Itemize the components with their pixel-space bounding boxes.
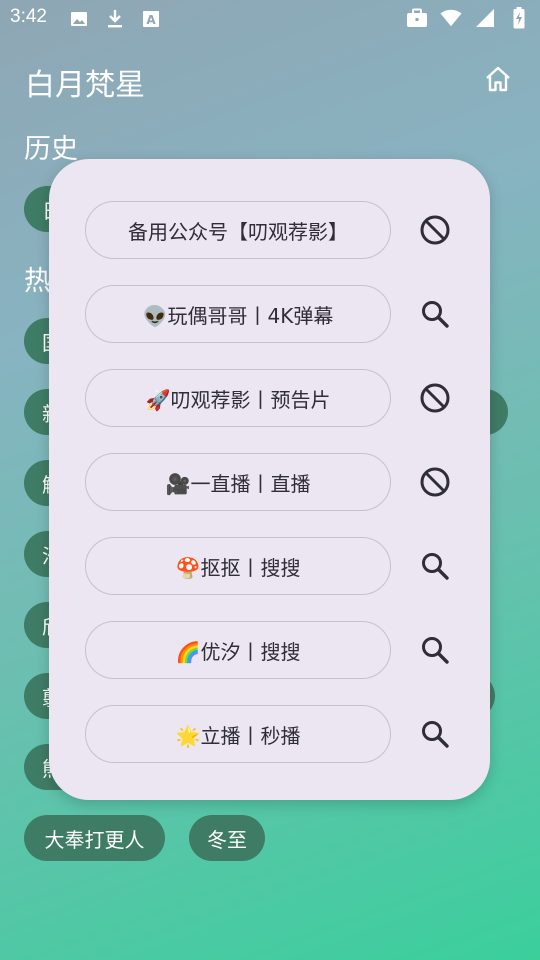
source-button[interactable]: 🌈优汐丨搜搜 [85,621,391,679]
search-icon[interactable] [417,296,453,332]
block-icon[interactable] [417,464,453,500]
status-time: 3:42 [10,6,47,27]
search-icon[interactable] [417,632,453,668]
source-button[interactable]: 备用公众号【叨观荐影】 [85,201,391,259]
status-left-icons: A [68,8,162,30]
download-icon [104,8,126,30]
signal-icon [474,7,496,29]
hot-chip-dafeng[interactable]: 大奉打更人 [24,815,165,861]
home-button[interactable] [482,63,514,95]
image-icon [68,8,90,30]
history-title: 历史 [24,134,78,165]
source-row: 🌟立播丨秒播 [85,705,455,765]
source-button[interactable]: 🍄抠抠丨搜搜 [85,537,391,595]
svg-text:A: A [146,13,156,27]
battery-charging-icon [508,7,530,29]
status-right-icons [406,7,530,29]
search-icon[interactable] [417,548,453,584]
briefcase-icon [406,7,428,29]
source-row: 🚀叨观荐影丨预告片 [85,369,455,429]
source-row: 🌈优汐丨搜搜 [85,621,455,681]
source-button[interactable]: 🚀叨观荐影丨预告片 [85,369,391,427]
hot-chip-dongzhi[interactable]: 冬至 [189,815,265,861]
search-icon[interactable] [417,716,453,752]
font-a-icon: A [140,8,162,30]
hot-title: 热 [24,266,51,297]
source-button[interactable]: 👽玩偶哥哥丨4K弹幕 [85,285,391,343]
block-icon[interactable] [417,212,453,248]
source-dialog: 备用公众号【叨观荐影】 👽玩偶哥哥丨4K弹幕 🚀叨观荐影丨预告片 🎥一直播丨直播… [49,159,490,800]
app-title: 白月梵星 [25,68,145,103]
source-button[interactable]: 🎥一直播丨直播 [85,453,391,511]
wifi-icon [440,7,462,29]
block-icon[interactable] [417,380,453,416]
home-icon [483,64,513,94]
status-bar: 3:42 A [0,0,540,36]
source-row: 👽玩偶哥哥丨4K弹幕 [85,285,455,345]
source-row: 备用公众号【叨观荐影】 [85,201,455,261]
source-row: 🎥一直播丨直播 [85,453,455,513]
source-button[interactable]: 🌟立播丨秒播 [85,705,391,763]
source-row: 🍄抠抠丨搜搜 [85,537,455,597]
